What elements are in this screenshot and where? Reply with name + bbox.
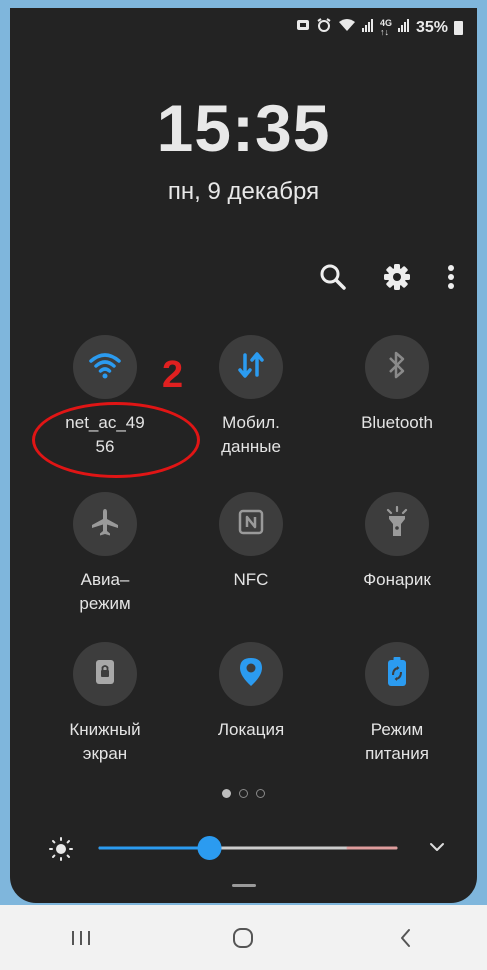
- bluetooth-icon: [385, 350, 409, 385]
- navigation-bar: [0, 905, 487, 970]
- wifi-icon: [88, 351, 122, 384]
- top-actions: [319, 263, 455, 291]
- nfc-icon: [237, 508, 265, 541]
- tile-label: Bluetooth: [361, 413, 433, 432]
- brightness-icon: [48, 836, 74, 867]
- tile-power-mode[interactable]: Режим питания: [327, 642, 467, 766]
- tile-portrait-lock[interactable]: Книжный экран: [35, 642, 175, 766]
- page-indicator: [10, 789, 477, 798]
- quick-settings-panel: 4G ↑↓ 35% 15:35 пн, 9 декабря net_ac_49 …: [10, 8, 477, 903]
- back-icon[interactable]: [376, 918, 436, 958]
- tile-airplane[interactable]: Авиа– режим: [35, 492, 175, 616]
- tile-label: Локация: [217, 720, 285, 739]
- signal-icon: [397, 18, 410, 38]
- recent-apps-icon[interactable]: [51, 918, 111, 958]
- airplane-toggle[interactable]: [73, 492, 137, 556]
- flashlight-icon: [384, 505, 410, 543]
- portrait-lock-toggle[interactable]: [73, 642, 137, 706]
- annotation-number: 2: [162, 354, 184, 396]
- mobile-data-icon: [236, 351, 266, 384]
- brightness-slider[interactable]: [98, 828, 398, 868]
- signal-icon: [361, 18, 374, 38]
- tile-bluetooth[interactable]: Bluetooth: [327, 335, 467, 435]
- battery-icon: [454, 21, 463, 35]
- tile-label: Книжный экран: [69, 720, 141, 763]
- location-icon: [238, 656, 264, 693]
- tile-label: Авиа– режим: [79, 570, 131, 613]
- more-vert-icon[interactable]: [447, 263, 455, 291]
- bluetooth-toggle[interactable]: [365, 335, 429, 399]
- wifi-toggle[interactable]: [73, 335, 137, 399]
- brightness-row: [10, 828, 477, 868]
- tile-nfc[interactable]: NFC: [181, 492, 321, 592]
- home-icon[interactable]: [213, 918, 273, 958]
- tile-label: Мобил. данные: [221, 413, 281, 456]
- 4g-icon: 4G ↑↓: [379, 18, 392, 37]
- tile-label: Режим питания: [365, 720, 429, 763]
- brightness-thumb[interactable]: [197, 836, 222, 860]
- flashlight-toggle[interactable]: [365, 492, 429, 556]
- mobile-data-toggle[interactable]: [219, 335, 283, 399]
- annotation-highlight: [32, 402, 200, 478]
- screenshot-icon: [296, 18, 310, 38]
- portrait-lock-icon: [93, 658, 117, 691]
- tile-label: Фонарик: [363, 570, 431, 589]
- tile-location[interactable]: Локация: [181, 642, 321, 742]
- tile-mobile-data[interactable]: Мобил. данные: [181, 335, 321, 459]
- tile-label: NFC: [233, 570, 269, 589]
- clock: 15:35: [156, 91, 331, 165]
- panel-drag-handle[interactable]: [232, 884, 256, 887]
- location-toggle[interactable]: [219, 642, 283, 706]
- wifi-icon: [338, 18, 356, 38]
- search-icon[interactable]: [319, 263, 347, 291]
- gear-icon[interactable]: [383, 263, 411, 291]
- date: пн, 9 декабря: [167, 178, 320, 205]
- page-dot-current: [222, 789, 231, 798]
- battery-percent: 35%: [415, 19, 448, 36]
- status-bar: 4G ↑↓ 35%: [296, 18, 463, 38]
- chevron-down-icon[interactable]: [428, 840, 446, 859]
- power-mode-toggle[interactable]: [365, 642, 429, 706]
- tile-flashlight[interactable]: Фонарик: [327, 492, 467, 592]
- page-dot: [256, 789, 265, 798]
- power-mode-icon: [385, 656, 409, 693]
- nfc-toggle[interactable]: [219, 492, 283, 556]
- airplane-icon: [89, 506, 121, 543]
- alarm-icon: [316, 18, 332, 38]
- page-dot: [239, 789, 248, 798]
